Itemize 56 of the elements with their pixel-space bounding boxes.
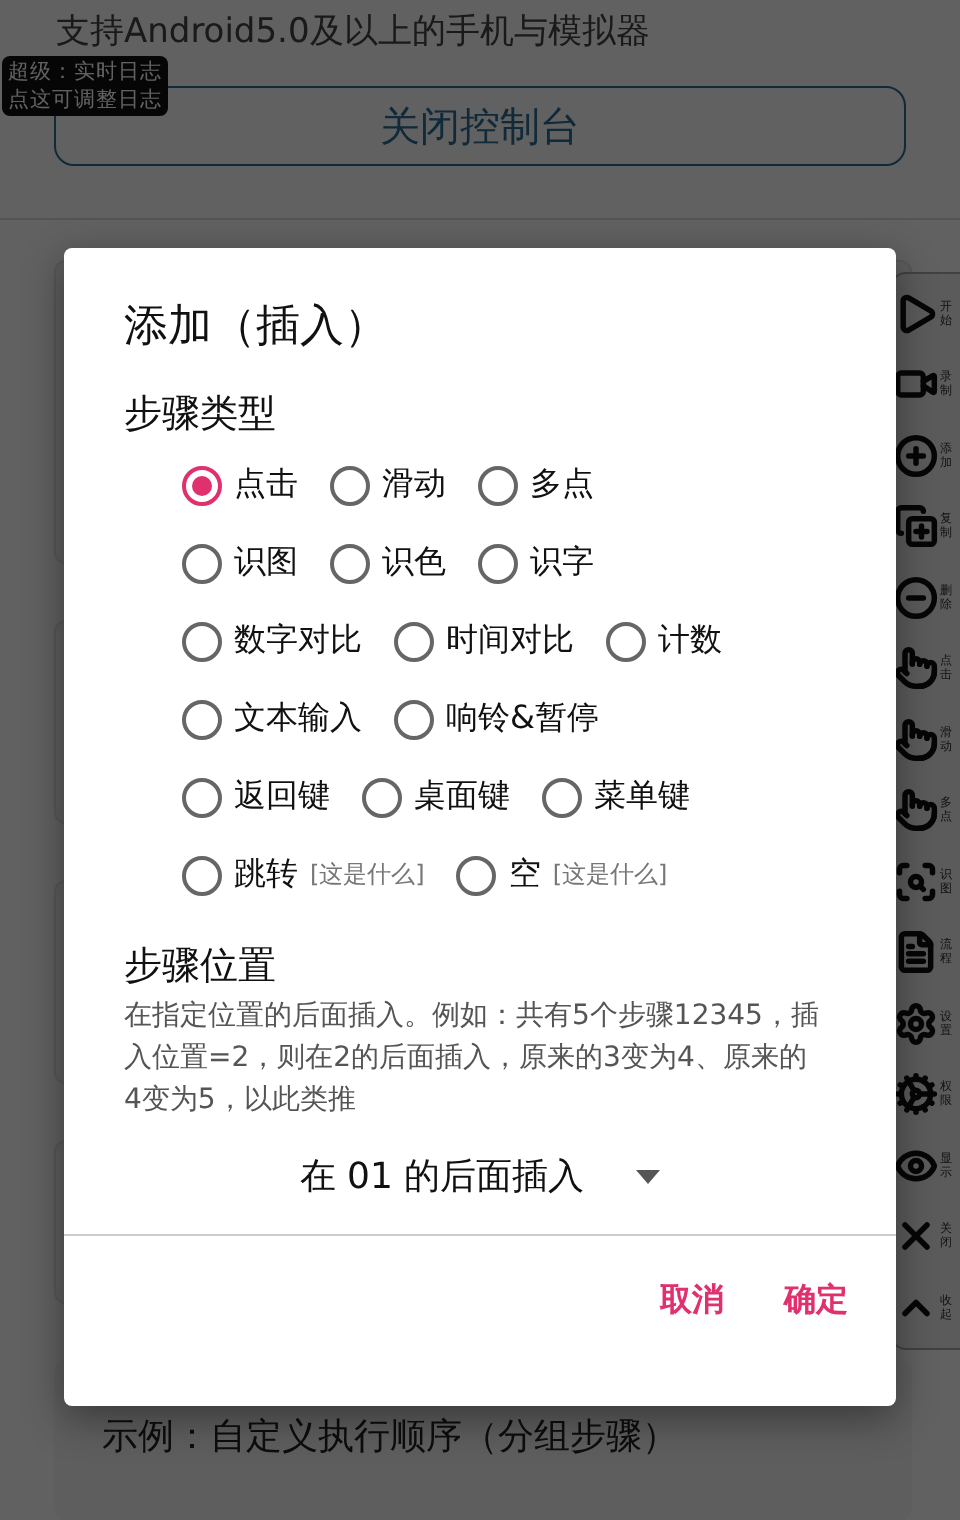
option-label: 时间对比 xyxy=(446,620,574,662)
settings-icon[interactable] xyxy=(894,1001,938,1046)
radio-button[interactable] xyxy=(330,465,370,505)
copy-icon[interactable] xyxy=(894,504,938,549)
radio-button[interactable] xyxy=(478,465,518,505)
hand-pointer-icon[interactable] xyxy=(894,717,938,762)
option-label: 跳转 xyxy=(234,854,298,896)
dialog-title: 添加（插入） xyxy=(122,300,390,356)
radio-button[interactable] xyxy=(542,777,582,817)
position-note: 在指定位置的后面插入。例如：共有5个步骤12345，插入位置=2，则在2的后面插入，原来的3变为4、原来的4变为5，以此类推 xyxy=(122,998,821,1120)
radio-button[interactable] xyxy=(394,699,434,739)
example-title: 示例：自定义执行顺序（分组步骤） xyxy=(102,1414,680,1460)
option-label: 识图 xyxy=(234,542,298,584)
dropdown-caret-icon[interactable] xyxy=(636,1169,661,1183)
option-label: 桌面键 xyxy=(414,776,510,818)
radio-button[interactable] xyxy=(182,465,222,505)
option-label: 返回键 xyxy=(234,776,330,818)
option-label: 识色 xyxy=(382,542,446,584)
support-note: 支持Android5.0及以上的手机与模拟器 xyxy=(54,10,652,54)
option-label: 识字 xyxy=(530,542,594,584)
step-position-heading: 步骤位置 xyxy=(122,942,278,992)
option-label: 点击 xyxy=(234,464,298,506)
option-label: 滑动 xyxy=(382,464,446,506)
confirm-button[interactable]: 确定 xyxy=(768,1268,864,1334)
option-label: 菜单键 xyxy=(594,776,690,818)
gear-icon[interactable] xyxy=(894,1072,938,1117)
radio-button[interactable] xyxy=(182,777,222,817)
play-icon[interactable] xyxy=(894,291,938,336)
option-label: 空 xyxy=(508,854,541,896)
radio-button[interactable] xyxy=(330,543,370,583)
document-icon[interactable] xyxy=(894,930,938,975)
help-link[interactable]: [这是什么] xyxy=(552,858,668,892)
position-select[interactable]: 在 01 的后面插入 xyxy=(299,1152,585,1200)
radio-button[interactable] xyxy=(456,855,497,895)
radio-button[interactable] xyxy=(182,855,222,895)
radio-button[interactable] xyxy=(182,621,222,661)
step-type-heading: 步骤类型 xyxy=(122,390,278,440)
cancel-button[interactable]: 取消 xyxy=(644,1268,740,1334)
minus-icon[interactable] xyxy=(894,575,938,620)
option-label: 计数 xyxy=(658,620,722,662)
option-label: 数字对比 xyxy=(234,620,362,662)
radio-button[interactable] xyxy=(182,543,222,583)
scan-search-icon[interactable] xyxy=(894,859,938,904)
radio-button[interactable] xyxy=(182,699,222,739)
help-link[interactable]: [这是什么] xyxy=(310,858,425,892)
option-label: 文本输入 xyxy=(234,698,362,740)
radio-button[interactable] xyxy=(606,621,646,661)
radio-button[interactable] xyxy=(362,777,402,817)
add-icon[interactable] xyxy=(894,433,938,478)
radio-button[interactable] xyxy=(478,543,518,583)
option-label: 多点 xyxy=(530,464,594,506)
log-tooltip[interactable]: 超级：实时日志 点这可调整日志 xyxy=(2,56,168,116)
option-label: 响铃&暂停 xyxy=(446,698,599,740)
hand-pointer-icon[interactable] xyxy=(894,646,938,691)
radio-button[interactable] xyxy=(394,621,434,661)
hand-pointer-icon[interactable] xyxy=(894,788,938,833)
